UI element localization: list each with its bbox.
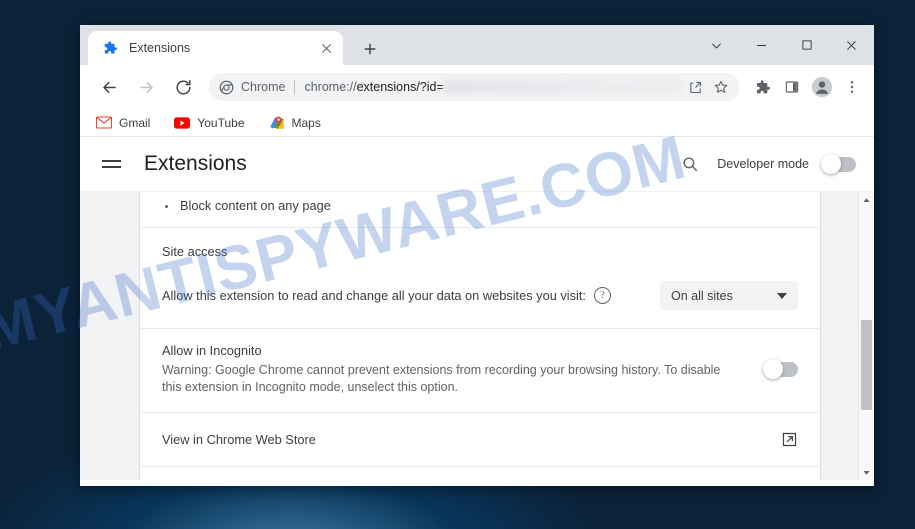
- view-in-web-store-row[interactable]: View in Chrome Web Store: [140, 413, 820, 467]
- search-icon[interactable]: [675, 149, 705, 179]
- chrome-logo-icon: [219, 80, 234, 94]
- developer-mode-toggle[interactable]: [821, 153, 856, 174]
- scroll-down-icon[interactable]: [859, 464, 874, 480]
- scroll-up-icon[interactable]: [859, 192, 874, 208]
- permission-item: Block content on any page: [162, 198, 798, 213]
- bookmark-maps[interactable]: Maps: [265, 113, 325, 133]
- tab-search-icon[interactable]: [694, 25, 739, 65]
- developer-mode-label: Developer mode: [717, 157, 809, 171]
- omnibox-divider: [294, 79, 296, 95]
- extension-detail-content: Block content on any page Site access Al…: [80, 192, 874, 480]
- chevron-down-icon: [777, 292, 787, 299]
- chrome-badge-label: Chrome: [241, 80, 286, 94]
- site-access-select-value: On all sites: [671, 288, 733, 303]
- new-tab-button[interactable]: [357, 36, 383, 62]
- side-panel-icon[interactable]: [778, 72, 806, 102]
- permissions-list: Block content on any page: [140, 192, 820, 228]
- chrome-badge: Chrome: [219, 80, 285, 95]
- help-icon[interactable]: ?: [593, 287, 611, 304]
- back-icon[interactable]: [94, 72, 124, 102]
- incognito-warning: Warning: Google Chrome cannot prevent ex…: [162, 363, 721, 394]
- site-access-description: Allow this extension to read and change …: [162, 288, 586, 303]
- close-window-icon[interactable]: [829, 25, 874, 65]
- reload-icon[interactable]: [168, 72, 198, 102]
- url-path: extensions/?id=: [356, 80, 444, 94]
- site-access-row: Allow this extension to read and change …: [162, 281, 798, 310]
- tab-title: Extensions: [129, 41, 191, 55]
- chrome-menu-icon[interactable]: [838, 72, 866, 102]
- browser-toolbar: Chrome chrome://extensions/?id=: [80, 65, 874, 109]
- view-in-web-store-label: View in Chrome Web Store: [162, 432, 316, 447]
- scroll-viewport: Block content on any page Site access Al…: [80, 192, 858, 480]
- youtube-icon: [174, 115, 191, 131]
- maximize-icon[interactable]: [784, 25, 829, 65]
- incognito-title: Allow in Incognito: [162, 343, 262, 358]
- address-bar[interactable]: Chrome chrome://extensions/?id=: [209, 73, 740, 101]
- bookmark-label: Maps: [291, 115, 321, 130]
- address-bar-url: chrome://extensions/?id=: [304, 80, 443, 94]
- page-title: Extensions: [144, 152, 247, 175]
- desktop-background: Extensions Chrome chrome://extensions/?i…: [0, 0, 915, 529]
- bookmark-youtube[interactable]: YouTube: [170, 113, 248, 133]
- site-access-select[interactable]: On all sites: [660, 281, 798, 310]
- bookmarks-bar: Gmail YouTube Maps: [80, 109, 874, 137]
- allow-incognito-section: Allow in Incognito Warning: Google Chrom…: [140, 329, 820, 413]
- minimize-icon[interactable]: [739, 25, 784, 65]
- vertical-scrollbar[interactable]: [858, 192, 874, 480]
- puzzle-piece-icon: [102, 40, 118, 56]
- browser-tab-extensions[interactable]: Extensions: [88, 31, 343, 65]
- close-icon[interactable]: [317, 39, 335, 57]
- extensions-page-header: Extensions Developer mode: [80, 137, 874, 192]
- forward-icon[interactable]: [131, 72, 161, 102]
- bookmark-gmail[interactable]: Gmail: [92, 113, 154, 133]
- chrome-browser-window: Extensions Chrome chrome://extensions/?i…: [80, 25, 874, 486]
- scrollbar-thumb[interactable]: [861, 320, 872, 410]
- hamburger-menu-icon[interactable]: [102, 151, 128, 177]
- share-icon[interactable]: [682, 74, 708, 100]
- url-redacted-extension-id: [443, 80, 682, 94]
- bookmark-label: YouTube: [197, 115, 245, 130]
- window-controls: [694, 25, 874, 65]
- maps-icon: [269, 115, 285, 131]
- toggle-knob: [821, 153, 841, 174]
- bookmark-label: Gmail: [119, 115, 151, 130]
- site-access-description-wrap: Allow this extension to read and change …: [162, 287, 611, 304]
- url-scheme: chrome://: [304, 80, 357, 94]
- source-section: Source Chrome Web Store: [140, 467, 820, 480]
- site-access-section: Site access Allow this extension to read…: [140, 228, 820, 329]
- bookmark-star-icon[interactable]: [708, 74, 734, 100]
- toggle-knob: [763, 359, 783, 379]
- extension-detail-card: Block content on any page Site access Al…: [140, 192, 820, 480]
- extensions-puzzle-icon[interactable]: [748, 72, 776, 102]
- tab-strip: Extensions: [80, 25, 874, 65]
- external-link-icon: [781, 431, 798, 448]
- gmail-icon: [96, 115, 112, 131]
- profile-avatar-icon[interactable]: [808, 72, 836, 102]
- incognito-text: Allow in Incognito Warning: Google Chrom…: [162, 343, 764, 396]
- site-access-heading: Site access: [162, 244, 228, 259]
- allow-incognito-toggle[interactable]: [763, 359, 798, 379]
